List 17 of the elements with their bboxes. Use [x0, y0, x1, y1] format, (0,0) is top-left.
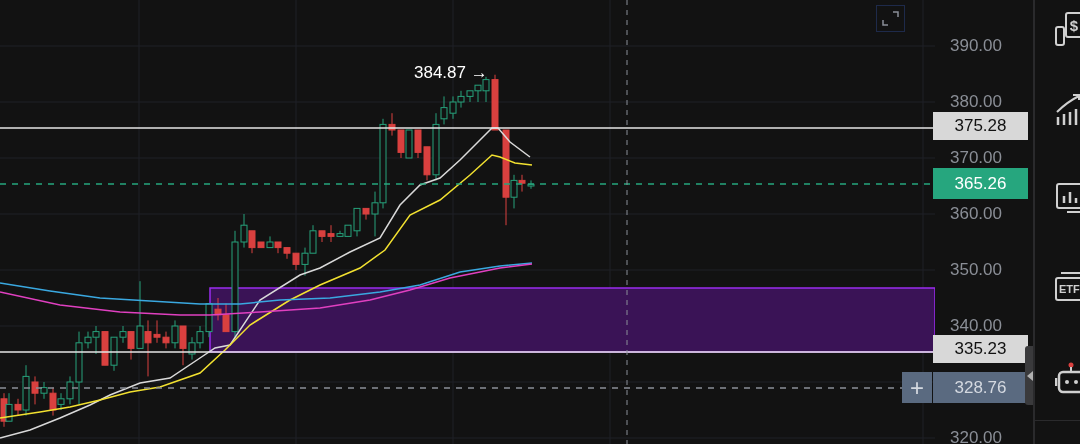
price-axis-label: 390.00: [950, 36, 1002, 56]
growth-chart-icon[interactable]: [1055, 92, 1080, 126]
high-price-label: 384.87 →: [414, 63, 488, 83]
price-axis-label: 360.00: [950, 204, 1002, 224]
add-alert-button[interactable]: +: [902, 372, 932, 403]
price-tag: 335.23: [933, 335, 1028, 363]
robot-icon[interactable]: [1055, 360, 1080, 396]
expand-icon[interactable]: [876, 5, 905, 32]
price-tag: 375.28: [933, 112, 1028, 140]
price-axis-label: 370.00: [950, 148, 1002, 168]
price-tag: 328.76: [933, 372, 1028, 403]
monitor-chart-icon[interactable]: [1055, 180, 1080, 216]
price-axis-label: 320.00: [950, 428, 1002, 444]
price-axis-label: 350.00: [950, 260, 1002, 280]
price-tag: 365.26: [933, 168, 1028, 199]
price-axis-label: 380.00: [950, 92, 1002, 112]
price-axis-label: 340.00: [950, 316, 1002, 336]
